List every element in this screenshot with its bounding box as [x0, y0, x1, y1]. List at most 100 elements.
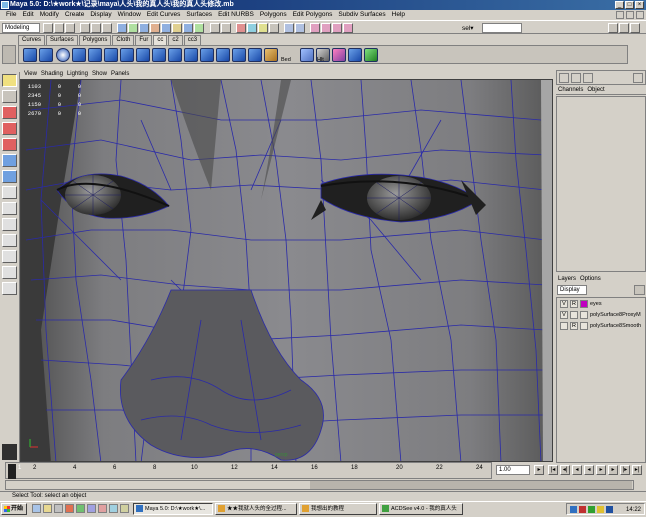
object-menu[interactable]: Object	[587, 86, 604, 94]
quicklaunch-app4-icon[interactable]	[109, 504, 118, 513]
shelf-tab-fur[interactable]: Fur	[135, 35, 153, 45]
new-scene-icon[interactable]	[43, 23, 53, 33]
close-button[interactable]: ×	[635, 1, 644, 9]
snap-grid-icon[interactable]	[236, 23, 246, 33]
poly-combine-icon[interactable]	[152, 48, 166, 62]
layer-visibility-toggle[interactable]	[560, 322, 568, 330]
last-tool-icon[interactable]	[2, 170, 17, 183]
render-icon[interactable]	[321, 23, 331, 33]
current-time-field[interactable]: 1.00	[496, 465, 530, 475]
new-layer-icon[interactable]	[634, 285, 645, 295]
show-attribute-editor-icon[interactable]	[608, 23, 618, 33]
tray-ime-icon[interactable]	[606, 506, 613, 513]
select-hierarchy-icon[interactable]	[80, 23, 90, 33]
viewport-menu-show[interactable]: Show	[90, 70, 109, 79]
menu-surfaces[interactable]: Surfaces	[183, 10, 215, 20]
close-panel-icon[interactable]	[633, 73, 643, 83]
perspective-viewport[interactable]: 1103 0 0 2345 0 0 1150 0 0 2670 0 0 persp	[20, 79, 553, 462]
soft-select-icon[interactable]	[348, 48, 362, 62]
menu-display[interactable]: Display	[87, 10, 114, 20]
uv-editor-icon[interactable]	[332, 48, 346, 62]
channel-box-mode-icon[interactable]	[559, 73, 569, 83]
construction-history-icon[interactable]	[295, 23, 305, 33]
layer-row-eyes[interactable]: V R eyes	[558, 299, 646, 309]
menu-subdiv-surfaces[interactable]: Subdiv Surfaces	[335, 10, 388, 20]
tray-antivirus-icon[interactable]	[579, 506, 586, 513]
viewport-menu-shading[interactable]: Shading	[39, 70, 65, 79]
taskbar-item-maya[interactable]: Maya 5.0: D:\★work★\...	[133, 503, 213, 515]
layers-menu[interactable]: Layers	[558, 275, 576, 284]
quicklaunch-media-icon[interactable]	[65, 504, 74, 513]
minimize-button[interactable]: _	[615, 1, 624, 9]
pick-lights-icon[interactable]	[172, 23, 182, 33]
menu-polygons[interactable]: Polygons	[257, 10, 290, 20]
poly-subdivide-icon[interactable]	[248, 48, 262, 62]
channels-menu[interactable]: Channels	[558, 86, 583, 94]
layer-color-swatch[interactable]	[580, 311, 588, 319]
layer-reference-toggle[interactable]	[570, 311, 578, 319]
menu-modify[interactable]: Modify	[37, 10, 62, 20]
shelf-tab-c2[interactable]: c2	[168, 35, 183, 45]
sculpt-icon[interactable]	[364, 48, 378, 62]
render-view-icon[interactable]	[310, 23, 320, 33]
poly-merge-icon[interactable]	[104, 48, 118, 62]
layout-persp-graph-icon[interactable]	[2, 282, 17, 295]
play-forward-icon[interactable]: ▸	[596, 465, 606, 475]
play-backward-icon[interactable]: ◂	[584, 465, 594, 475]
maximize-button[interactable]: □	[625, 1, 634, 9]
show-channel-box-icon[interactable]	[619, 23, 629, 33]
save-scene-icon[interactable]	[65, 23, 75, 33]
taskbar-item-guide[interactable]: 我想出的教程	[299, 503, 377, 515]
quicklaunch-app3-icon[interactable]	[98, 504, 107, 513]
range-slider-thumb[interactable]	[310, 481, 632, 489]
quicklaunch-app2-icon[interactable]	[87, 504, 96, 513]
move-tool-icon[interactable]	[2, 106, 17, 119]
viewport-menu-view[interactable]: View	[22, 70, 39, 79]
current-time-indicator[interactable]	[8, 464, 16, 479]
go-to-start-icon[interactable]: |◂	[548, 465, 558, 475]
highlight-selection-icon[interactable]	[221, 23, 231, 33]
layer-row-proxy[interactable]: V polySurface8ProxyM	[558, 310, 646, 320]
poly-smooth-icon[interactable]	[72, 48, 86, 62]
layout-single-icon[interactable]	[2, 186, 17, 199]
taskbar-item-tutorial[interactable]: ★★我就人头的全过程...	[215, 503, 297, 515]
menu-edit-nurbs[interactable]: Edit NURBS	[215, 10, 257, 20]
pick-surfaces-icon[interactable]	[139, 23, 149, 33]
pick-joints-icon[interactable]	[161, 23, 171, 33]
quicklaunch-ie-icon[interactable]	[32, 504, 41, 513]
options-menu[interactable]: Options	[580, 275, 601, 284]
viewport-menu-panels[interactable]: Panels	[109, 70, 131, 79]
select-tool-icon[interactable]	[2, 74, 17, 87]
quicklaunch-desktop-icon[interactable]	[54, 504, 63, 513]
menu-window[interactable]: Window	[115, 10, 144, 20]
poly-cut-icon[interactable]	[39, 48, 53, 62]
layer-reference-toggle[interactable]: R	[570, 300, 578, 308]
pick-mask-icon[interactable]	[117, 23, 127, 33]
mdi-close-button[interactable]	[636, 11, 644, 19]
rotate-tool-icon[interactable]	[2, 122, 17, 135]
time-slider[interactable]: 1 2 4 6 8 10 12 14 16 18 20 22 24	[5, 462, 492, 479]
bed-icon[interactable]	[264, 48, 278, 62]
shelf-tab-curves[interactable]: Curves	[18, 35, 46, 45]
layer-type-select[interactable]: Display	[557, 285, 587, 295]
mdi-restore-button[interactable]	[626, 11, 634, 19]
snap-plane-icon[interactable]	[269, 23, 279, 33]
shelf-tab-cc[interactable]: cc	[153, 35, 168, 45]
layout-outliner-icon[interactable]	[2, 234, 17, 247]
step-forward-key-icon[interactable]: |▸	[620, 465, 630, 475]
open-scene-icon[interactable]	[54, 23, 64, 33]
layer-row-smooth[interactable]: R polySurface8Smooth	[558, 321, 646, 331]
quicklaunch-app-icon[interactable]	[76, 504, 85, 513]
menu-help[interactable]: Help	[389, 10, 408, 20]
poly-mirror-icon[interactable]	[200, 48, 214, 62]
show-tool-settings-icon[interactable]	[630, 23, 640, 33]
viewport-menu-lighting[interactable]: Lighting	[65, 70, 90, 79]
shelf-menu-icon[interactable]	[2, 45, 16, 64]
select-component-icon[interactable]	[102, 23, 112, 33]
menu-edit[interactable]: Edit	[19, 10, 36, 20]
tray-app-icon[interactable]	[588, 506, 595, 513]
mdi-minimize-button[interactable]	[616, 11, 624, 19]
snap-curve-icon[interactable]	[247, 23, 257, 33]
quick-selection-field[interactable]	[482, 23, 522, 33]
select-object-icon[interactable]	[91, 23, 101, 33]
